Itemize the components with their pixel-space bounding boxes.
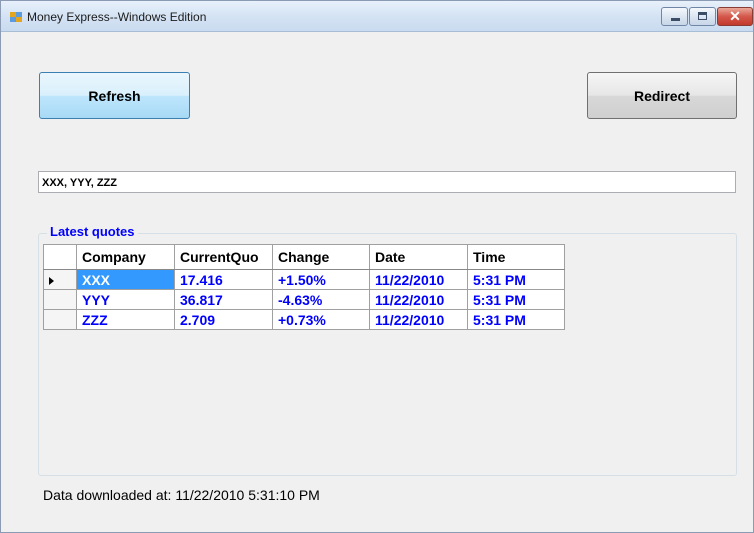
symbols-input[interactable]: XXX, YYY, ZZZ (38, 171, 736, 193)
cell-change[interactable]: -4.63% (272, 289, 370, 310)
cell-change[interactable]: +0.73% (272, 309, 370, 330)
column-header-company[interactable]: Company (76, 244, 175, 270)
minimize-button[interactable] (661, 7, 688, 26)
cell-current-quote[interactable]: 2.709 (174, 309, 273, 330)
refresh-button[interactable]: Refresh (39, 72, 190, 119)
cell-current-quote[interactable]: 36.817 (174, 289, 273, 310)
cell-company[interactable]: ZZZ (76, 309, 175, 330)
grid-corner-header[interactable] (43, 244, 77, 270)
cell-time[interactable]: 5:31 PM (467, 289, 565, 310)
quotes-grid[interactable]: Company CurrentQuo Change Date Time XXX … (43, 244, 565, 330)
column-header-time[interactable]: Time (467, 244, 565, 270)
minimize-icon (671, 18, 680, 21)
row-header[interactable] (43, 309, 77, 330)
table-row[interactable]: ZZZ 2.709 +0.73% 11/22/2010 5:31 PM (43, 309, 565, 330)
maximize-button[interactable] (689, 7, 716, 26)
row-header[interactable] (43, 289, 77, 310)
cell-date[interactable]: 11/22/2010 (369, 309, 468, 330)
cell-date[interactable]: 11/22/2010 (369, 289, 468, 310)
column-header-date[interactable]: Date (369, 244, 468, 270)
cell-date[interactable]: 11/22/2010 (369, 269, 468, 290)
table-row[interactable]: XXX 17.416 +1.50% 11/22/2010 5:31 PM (43, 269, 565, 290)
app-window: Money Express--Windows Edition ✕ Refresh… (0, 0, 754, 533)
table-row[interactable]: YYY 36.817 -4.63% 11/22/2010 5:31 PM (43, 289, 565, 310)
quotes-group-label: Latest quotes (47, 224, 138, 239)
cell-change[interactable]: +1.50% (272, 269, 370, 290)
cell-time[interactable]: 5:31 PM (467, 269, 565, 290)
redirect-button[interactable]: Redirect (587, 72, 737, 119)
title-bar[interactable]: Money Express--Windows Edition ✕ (1, 1, 753, 32)
cell-time[interactable]: 5:31 PM (467, 309, 565, 330)
cell-company[interactable]: XXX (76, 269, 175, 290)
app-icon (10, 12, 22, 22)
column-header-current-quote[interactable]: CurrentQuo (174, 244, 273, 270)
cell-company[interactable]: YYY (76, 289, 175, 310)
cell-current-quote[interactable]: 17.416 (174, 269, 273, 290)
current-row-icon (49, 276, 54, 285)
close-button[interactable]: ✕ (717, 7, 753, 26)
download-status-label: Data downloaded at: 11/22/2010 5:31:10 P… (43, 487, 320, 503)
window-title: Money Express--Windows Edition (27, 10, 207, 24)
maximize-icon (698, 12, 707, 20)
column-header-change[interactable]: Change (272, 244, 370, 270)
row-header[interactable] (43, 269, 77, 290)
close-icon: ✕ (729, 8, 741, 24)
grid-header-row: Company CurrentQuo Change Date Time (43, 244, 565, 270)
